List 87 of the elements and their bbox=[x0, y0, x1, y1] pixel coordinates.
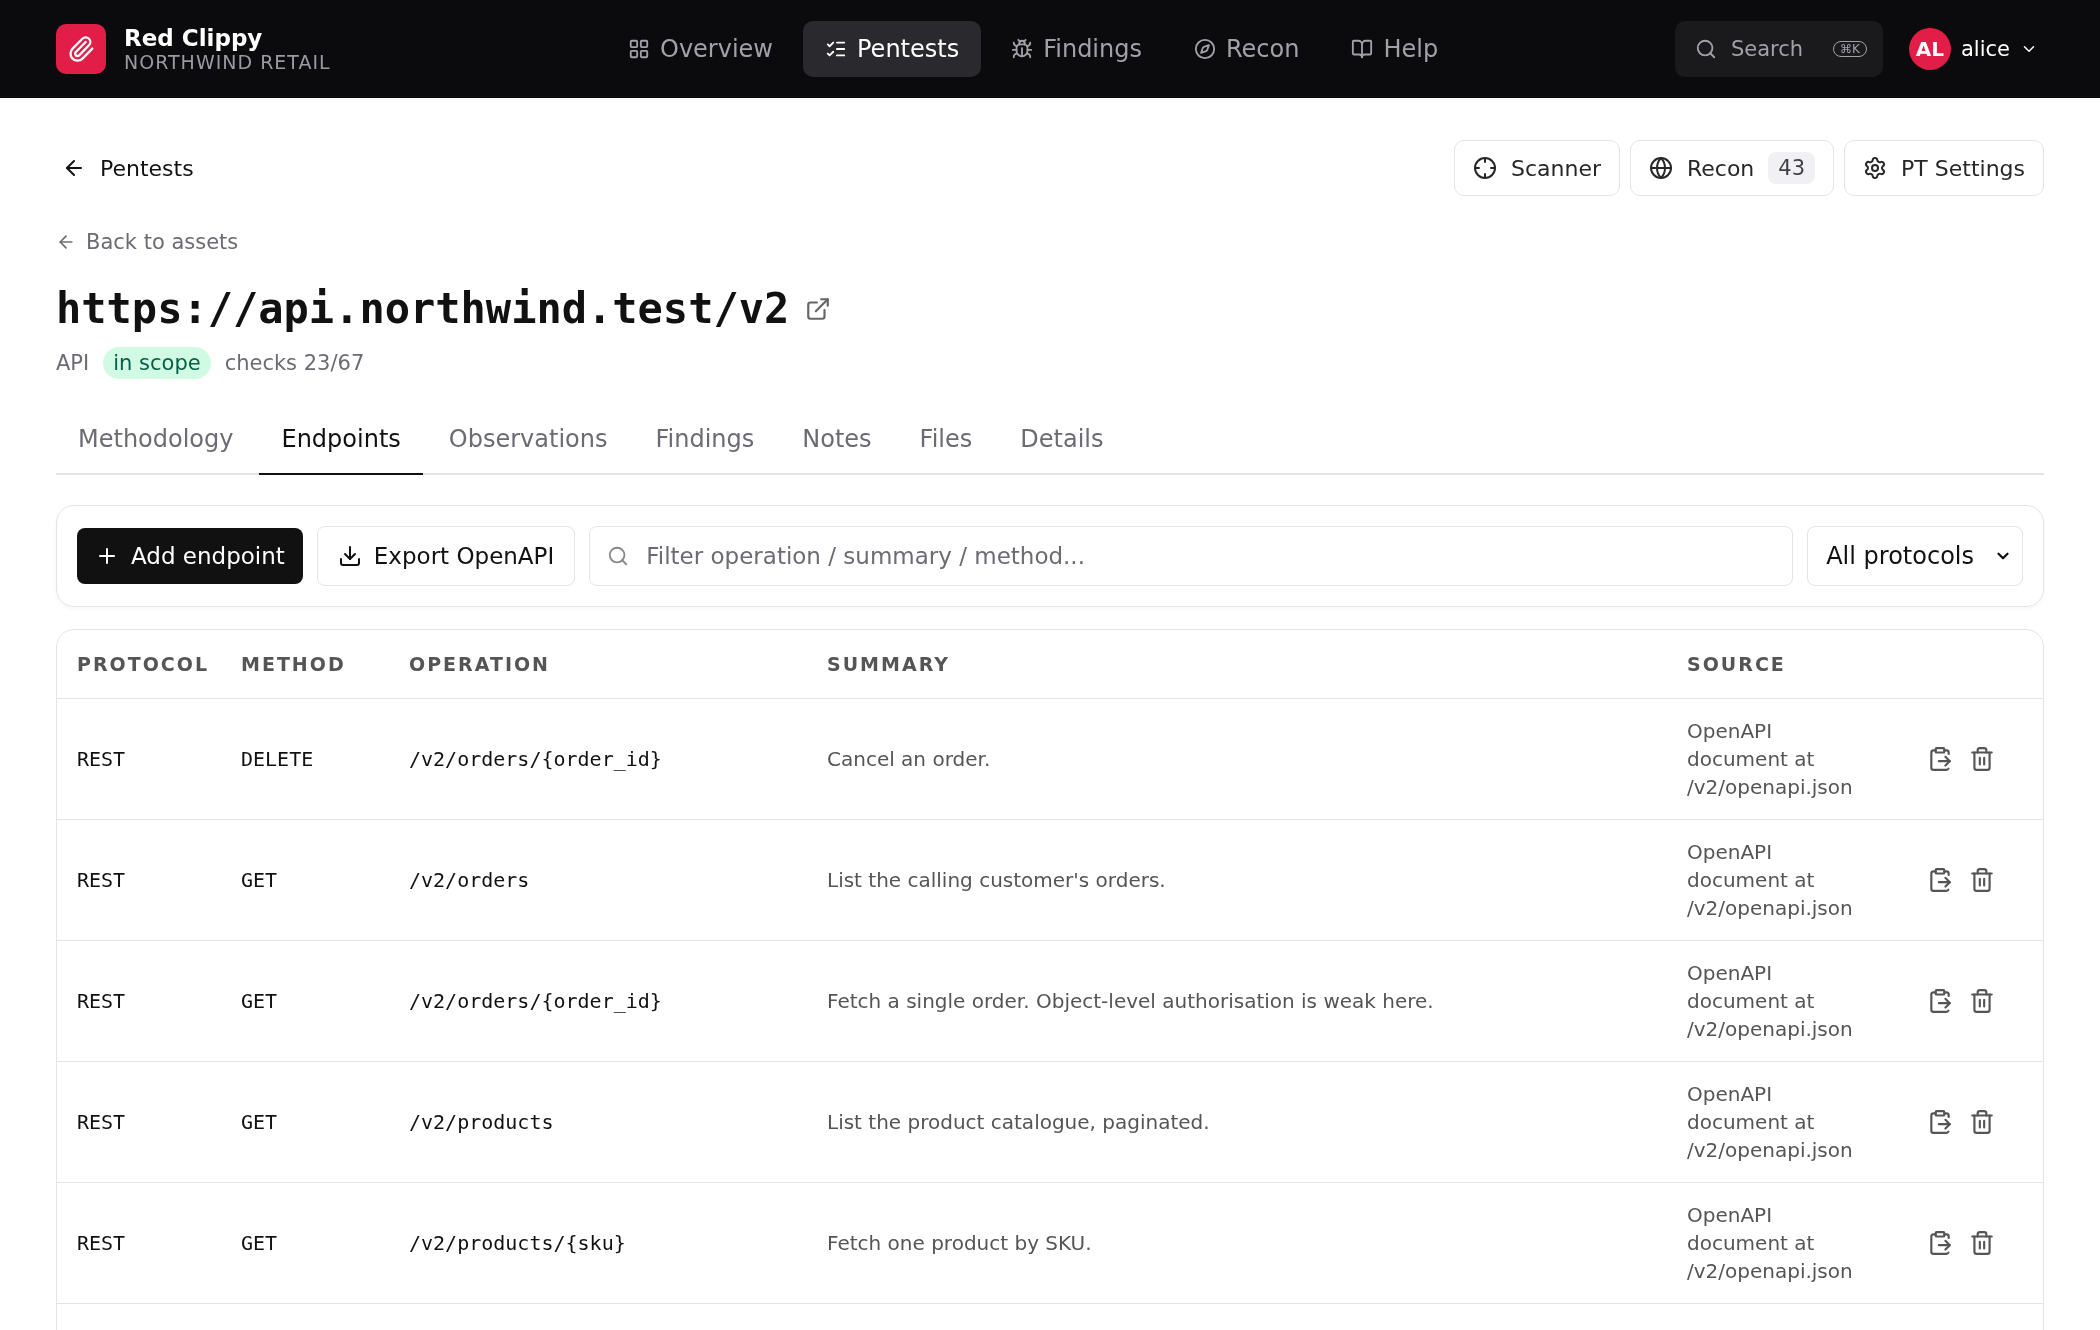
table-cell-text: /v2/products bbox=[409, 1109, 555, 1136]
header-button[interactable]: PT Settings bbox=[1844, 140, 2044, 196]
avatar: AL bbox=[1909, 28, 1951, 70]
clipboard-icon[interactable] bbox=[1927, 1230, 1953, 1256]
header-button[interactable]: Scanner bbox=[1453, 140, 1620, 196]
table-cell-text: REST bbox=[77, 867, 127, 894]
table-cell-text: Fetch one product by SKU. bbox=[827, 1230, 1093, 1257]
nav-item[interactable]: Overview bbox=[606, 21, 795, 77]
search-field[interactable]: Search ⌘K bbox=[1674, 21, 1883, 77]
tab[interactable]: Details bbox=[998, 413, 1126, 475]
organization-name: NORTHWIND RETAIL bbox=[124, 51, 331, 73]
nav-item[interactable]: Help bbox=[1329, 21, 1461, 77]
count-badge: 43 bbox=[1768, 152, 1816, 184]
column-header: PROTOCOL bbox=[77, 652, 211, 677]
trash-icon[interactable] bbox=[1969, 746, 1995, 772]
column-header: SOURCE bbox=[1687, 652, 1787, 677]
scope-badge: in scope bbox=[103, 347, 211, 379]
table-cell-text: DELETE bbox=[241, 746, 315, 773]
table-cell-text: REST bbox=[77, 746, 127, 773]
table-cell-text: List the calling customer's orders. bbox=[827, 867, 1167, 894]
protocol-select[interactable]: All protocols bbox=[1807, 526, 2023, 586]
table-cell-text: REST bbox=[77, 1230, 127, 1257]
nav-item[interactable]: Findings bbox=[989, 21, 1164, 77]
external-link-icon[interactable] bbox=[805, 295, 832, 322]
button-label: Recon bbox=[1687, 155, 1755, 181]
clipboard-icon[interactable] bbox=[1927, 867, 1953, 893]
table-cell-text: /v2/orders bbox=[409, 867, 531, 894]
search-placeholder: Search bbox=[1730, 37, 1804, 61]
clipboard-icon[interactable] bbox=[1927, 988, 1953, 1014]
table-cell-text: OpenAPI document at /v2/openapi.json bbox=[1687, 960, 1854, 1043]
table-cell-text: OpenAPI document at /v2/openapi.json bbox=[1687, 1081, 1854, 1164]
button-label: Scanner bbox=[1510, 155, 1601, 181]
header-button[interactable]: Recon 43 bbox=[1630, 140, 1835, 196]
table-cell-text: /v2/orders/{order_id} bbox=[409, 746, 663, 773]
tab[interactable]: Files bbox=[897, 413, 995, 475]
tab[interactable]: Methodology bbox=[56, 413, 256, 475]
compass-icon bbox=[1194, 38, 1216, 60]
breadcrumb-link[interactable]: Pentests bbox=[56, 155, 194, 181]
user-menu[interactable]: AL alice bbox=[1903, 27, 2044, 71]
trash-icon[interactable] bbox=[1969, 988, 1995, 1014]
column-header: METHOD bbox=[241, 652, 347, 677]
trash-icon[interactable] bbox=[1969, 1230, 1995, 1256]
search-icon bbox=[1694, 38, 1717, 60]
trash-icon[interactable] bbox=[1969, 867, 1995, 893]
add-endpoint-button[interactable]: Add endpoint bbox=[77, 528, 303, 584]
download-icon bbox=[337, 544, 362, 568]
table-cell-text: GET bbox=[241, 867, 279, 894]
column-header: SUMMARY bbox=[827, 652, 951, 677]
table-cell-text: Fetch a single order. Object-level authorisation is weak here. bbox=[827, 988, 1435, 1015]
search-icon bbox=[607, 545, 630, 567]
trash-icon[interactable] bbox=[1969, 1109, 1995, 1135]
table-cell-text: REST bbox=[77, 988, 127, 1015]
nav-item[interactable]: Recon bbox=[1172, 21, 1322, 77]
table-cell-text: List the product catalogue, paginated. bbox=[827, 1109, 1211, 1136]
table-cell-text: GET bbox=[241, 1109, 279, 1136]
clipboard-icon[interactable] bbox=[1927, 1109, 1953, 1135]
logo-icon bbox=[56, 24, 106, 74]
table-cell-text: OpenAPI document at /v2/openapi.json bbox=[1687, 718, 1854, 801]
table-cell-text: OpenAPI document at /v2/openapi.json bbox=[1687, 839, 1854, 922]
table-cell-text: GET bbox=[241, 1230, 279, 1257]
table-cell-text: /v2/orders/{order_id} bbox=[409, 988, 663, 1015]
grid-icon bbox=[628, 38, 650, 60]
clipboard-icon[interactable] bbox=[1927, 746, 1953, 772]
checks-count: checks 23/67 bbox=[224, 351, 365, 375]
book-icon bbox=[1351, 38, 1374, 60]
back-link[interactable]: Back to assets bbox=[56, 230, 239, 254]
tab[interactable]: Endpoints bbox=[259, 413, 423, 475]
export-button[interactable]: Export OpenAPI bbox=[316, 526, 576, 586]
table-cell-text: Cancel an order. bbox=[827, 746, 992, 773]
asset-type: API bbox=[56, 351, 90, 375]
filter-field[interactable]: Filter operation / summary / method... bbox=[589, 526, 1794, 586]
table-cell-text: OpenAPI document at /v2/openapi.json bbox=[1687, 1202, 1854, 1285]
brand-name: Red Clippy bbox=[124, 25, 264, 51]
tab[interactable]: Notes bbox=[780, 413, 894, 475]
tab[interactable]: Observations bbox=[426, 413, 630, 475]
tab[interactable]: Findings bbox=[633, 413, 777, 475]
globe-icon bbox=[1649, 156, 1673, 180]
button-label: PT Settings bbox=[1901, 155, 2025, 181]
nav-item[interactable]: Pentests bbox=[803, 21, 982, 77]
settings-icon bbox=[1863, 156, 1888, 180]
table-cell-text: GET bbox=[241, 988, 279, 1015]
crosshair-icon bbox=[1472, 156, 1497, 180]
table-cell-text: REST bbox=[77, 1109, 127, 1136]
table-cell-text: /v2/products/{sku} bbox=[409, 1230, 627, 1257]
asset-title: https://api.northwind.test/v2 bbox=[56, 284, 790, 333]
column-header: OPERATION bbox=[409, 652, 551, 677]
bug-icon bbox=[1011, 38, 1034, 60]
